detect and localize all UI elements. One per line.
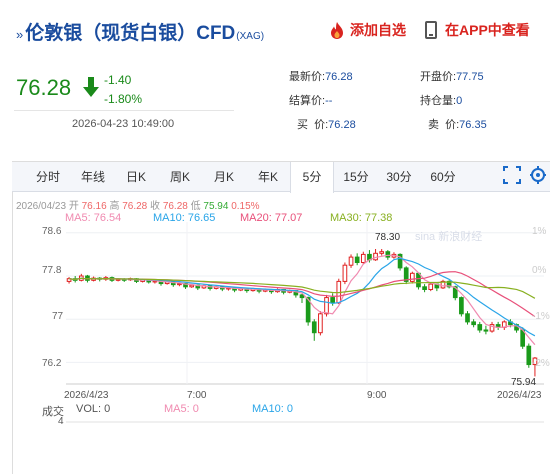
candle-body	[354, 256, 360, 264]
volume-axis-tick: 4	[58, 416, 64, 427]
high-annotation: 78.30	[375, 232, 400, 243]
watermark: sina 新浪财经	[415, 229, 482, 243]
candle-body	[299, 294, 305, 299]
candle-body	[409, 272, 415, 282]
candle-body	[342, 264, 348, 282]
y-tick-4: 76.2	[42, 358, 62, 369]
candle-body	[330, 297, 335, 304]
candle-body	[373, 252, 378, 261]
candle-body	[471, 321, 476, 326]
candle-body	[477, 324, 483, 331]
candle-body	[360, 253, 366, 263]
candle-body	[422, 286, 427, 290]
candle-body	[428, 283, 434, 291]
candle-body	[379, 251, 385, 254]
candle-body	[324, 297, 329, 315]
y-right-tick-1: 1%	[532, 226, 547, 237]
x-label-end: 2026/4/23	[497, 390, 542, 401]
y-tick-2: 77.8	[42, 265, 62, 276]
volume-ma10: MA10: 0	[252, 403, 293, 415]
candle-body	[348, 256, 354, 266]
volume-ma5: MA5: 0	[164, 403, 199, 415]
candle-body	[526, 345, 532, 366]
volume-value: VOL: 0	[76, 403, 111, 415]
candle-body	[459, 297, 464, 315]
y-right-tick-3: -1%	[532, 311, 550, 322]
x-label-start: 2026/4/23	[64, 390, 109, 401]
y-right-tick-4: -2%	[532, 358, 550, 369]
x-label-7: 7:00	[187, 390, 207, 401]
candle-body	[318, 313, 323, 334]
low-annotation: 75.94	[511, 377, 536, 388]
y-tick-3: 77	[52, 311, 64, 322]
candle-body	[465, 313, 470, 323]
candle-body	[189, 284, 195, 288]
candle-body	[483, 329, 489, 332]
y-right-tick-2: 0%	[532, 265, 547, 276]
candles	[66, 249, 538, 377]
candle-body	[311, 321, 317, 334]
y-tick-1: 78.6	[42, 226, 62, 237]
candle-body	[385, 251, 391, 258]
candle-body	[416, 272, 421, 288]
x-label-9: 9:00	[367, 390, 387, 401]
